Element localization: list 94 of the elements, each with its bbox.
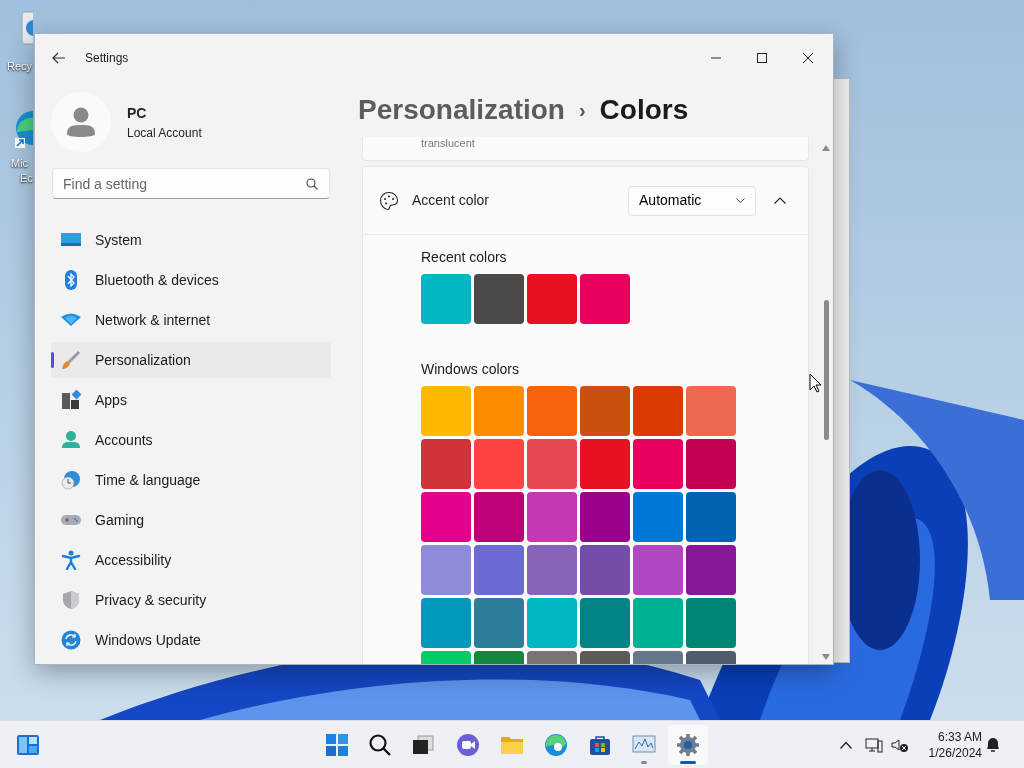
color-swatch[interactable]: [633, 386, 683, 436]
close-icon: [803, 53, 813, 63]
color-swatch[interactable]: [580, 492, 630, 542]
color-swatch[interactable]: [474, 545, 524, 595]
setting-label: Accent color: [412, 191, 491, 210]
monitor-icon: [865, 737, 883, 753]
color-swatch[interactable]: [527, 439, 577, 489]
color-swatch[interactable]: [527, 598, 577, 648]
apps-icon: [61, 390, 81, 410]
account-type: Local Account: [127, 124, 202, 142]
nav-item[interactable]: Windows Update: [51, 622, 331, 658]
section-label: Recent colors: [421, 248, 508, 267]
color-swatch[interactable]: [580, 386, 630, 436]
nav-item[interactable]: Accessibility: [51, 542, 331, 578]
task-view-icon: [411, 733, 435, 757]
speaker-muted-icon: [891, 737, 909, 753]
dropdown[interactable]: Automatic: [628, 185, 757, 216]
nav-item[interactable]: Personalization: [51, 342, 331, 378]
gear-icon: [676, 733, 700, 757]
nav-item[interactable]: Network & internet: [51, 302, 331, 338]
shopping-bag-icon: [588, 733, 612, 757]
color-swatch[interactable]: [421, 386, 471, 436]
color-swatch[interactable]: [421, 492, 471, 542]
user-name: PC: [127, 103, 148, 123]
nav-item[interactable]: System: [51, 222, 331, 258]
icon-label: Mic: [11, 156, 29, 171]
color-swatch[interactable]: [474, 598, 524, 648]
color-swatch[interactable]: [421, 598, 471, 648]
browser-icon: [544, 733, 568, 757]
paintbrush-icon: [61, 350, 81, 370]
chevron-up-icon: [774, 197, 787, 204]
color-swatch[interactable]: [580, 545, 630, 595]
window-title: Settings: [85, 50, 129, 67]
chat-icon: [456, 733, 480, 757]
nav-item[interactable]: Accounts: [51, 422, 331, 458]
settings-button[interactable]: [668, 725, 708, 765]
icon-label: Ec: [20, 171, 33, 186]
person-icon: [61, 430, 81, 450]
color-swatch[interactable]: [527, 545, 577, 595]
color-swatch[interactable]: [474, 386, 524, 436]
breadcrumb-separator: ›: [578, 97, 586, 123]
chevron-up-icon: [840, 741, 852, 749]
color-swatch[interactable]: [421, 274, 471, 324]
color-swatch[interactable]: [474, 274, 524, 324]
color-swatch[interactable]: [527, 386, 577, 436]
color-swatch[interactable]: [474, 492, 524, 542]
globe-clock-icon: [61, 470, 81, 490]
search-icon: [306, 178, 318, 190]
scroll-down-arrow-icon[interactable]: [822, 654, 831, 660]
page-title: Colors: [599, 92, 689, 127]
windows-logo-icon: [325, 733, 349, 757]
color-swatch[interactable]: [686, 386, 736, 436]
icon-label: Recy: [7, 59, 33, 74]
maximize-icon: [757, 53, 767, 63]
color-swatch[interactable]: [527, 492, 577, 542]
setting-description: translucent: [421, 137, 475, 149]
clock-time: 6:33 AM: [936, 729, 982, 745]
color-swatch[interactable]: [580, 439, 630, 489]
color-swatch[interactable]: [686, 492, 736, 542]
color-swatch[interactable]: [633, 439, 683, 489]
search-field[interactable]: Find a setting: [52, 168, 330, 199]
scrollbar-thumb[interactable]: [824, 300, 830, 440]
color-swatch[interactable]: [686, 598, 736, 648]
color-swatch[interactable]: [686, 545, 736, 595]
clock[interactable]: 6:33 AM 1/26/2024: [926, 729, 982, 761]
color-swatch[interactable]: [633, 598, 683, 648]
shield-icon: [61, 590, 81, 610]
color-swatch[interactable]: [633, 545, 683, 595]
chevron-down-icon: [736, 197, 746, 204]
person-icon: [65, 106, 97, 138]
color-swatch[interactable]: [421, 439, 471, 489]
palette-icon: [379, 190, 399, 211]
section-label: Windows colors: [421, 360, 521, 379]
color-swatch[interactable]: [527, 274, 577, 324]
bell-icon: [984, 736, 1002, 754]
color-swatch[interactable]: [580, 274, 630, 324]
color-swatch[interactable]: [580, 598, 630, 648]
nav-item[interactable]: Bluetooth & devices: [51, 262, 331, 298]
breadcrumb-link[interactable]: Personalization: [358, 88, 565, 131]
search-icon: [368, 733, 392, 757]
back-arrow-icon: [52, 52, 66, 64]
widgets-icon: [16, 734, 40, 756]
refresh-icon: [61, 630, 81, 650]
accessibility-icon: [61, 550, 81, 570]
nav-item[interactable]: Time & language: [51, 462, 331, 498]
color-swatch[interactable]: [474, 439, 524, 489]
nav-item[interactable]: Gaming: [51, 502, 331, 538]
scroll-up-arrow-icon[interactable]: [822, 145, 831, 151]
color-swatch[interactable]: [633, 492, 683, 542]
nav-item[interactable]: Privacy & security: [51, 582, 331, 618]
color-swatch[interactable]: [686, 439, 736, 489]
clock-date: 1/26/2024: [927, 745, 982, 761]
nav-item[interactable]: Apps: [51, 382, 331, 418]
color-swatch[interactable]: [421, 545, 471, 595]
